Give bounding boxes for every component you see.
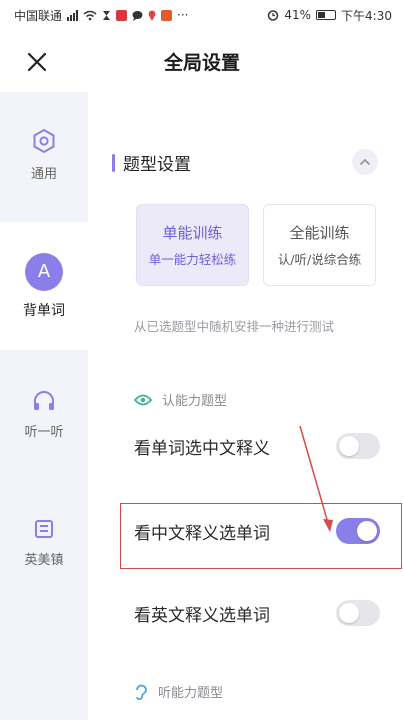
status-right: 41% 下午4:30 [267,7,392,24]
app-notification-icon-2 [161,9,173,21]
sidebar-item-town[interactable]: 英美镇 [0,518,88,568]
setting-row: 看单词选中文释义 [134,430,380,462]
sidebar-item-general[interactable]: 通用 [0,128,88,182]
location-pin-icon [148,10,156,21]
eye-icon [134,394,152,405]
battery-percent: 41% [284,8,312,22]
chat-bubble-icon [132,10,143,21]
subsection-title: 认能力题型 [162,394,228,409]
toggle-switch[interactable] [336,433,380,459]
subsection-title: 听能力题型 [158,686,224,701]
avatar: A [25,252,63,291]
section-header: 题型设置 [112,150,191,175]
sidebar-item-label: 背单词 [23,302,65,319]
wifi-icon [83,10,97,20]
clock: 下午4:30 [341,8,392,23]
ear-icon [136,684,147,700]
close-icon [27,52,47,72]
toggle-knob [339,436,359,456]
status-bar: 中国联通 ··· 41% 下午4:30 [0,0,404,30]
section-accent-bar [112,153,115,172]
frame-icon [35,520,53,538]
collapse-button[interactable] [352,149,378,175]
mode-subtitle: 单一能力轻松练 [148,252,237,267]
hexagon-settings-icon [33,128,55,154]
mode-card-single[interactable]: 单能训练 单一能力轻松练 [136,204,249,286]
more-notifications-icon: ··· [177,8,189,22]
section-title: 题型设置 [123,155,191,175]
sidebar-item-label: 通用 [30,167,57,182]
toggle-knob [339,603,359,623]
setting-label: 看英文释义选单词 [134,605,270,626]
mode-subtitle: 认/听/说综合练 [277,252,362,267]
main-content: 题型设置 单能训练 单一能力轻松练 全能训练 认/听/说综合练 从已选题型中随机… [88,92,404,720]
carrier-name: 中国联通 [14,8,63,23]
sidebar: 通用 A 背单词 听一听 英美镇 [0,92,88,720]
subsection-listening: 听能力题型 [134,682,223,701]
alarm-icon [268,10,279,21]
battery-icon [316,10,337,20]
setting-label: 看单词选中文释义 [134,438,270,459]
headphones-icon [34,391,54,410]
page-title: 全局设置 [163,51,240,74]
annotation-highlight-box [120,503,402,569]
mode-title: 全能训练 [289,224,350,242]
description-text: 从已选题型中随机安排一种进行测试 [134,319,335,334]
subsection-recognition: 认能力题型 [134,390,227,409]
sidebar-item-label: 英美镇 [24,553,64,568]
sidebar-item-listen[interactable]: 听一听 [0,390,88,440]
toggle-switch[interactable] [336,600,380,626]
close-button[interactable] [22,47,52,77]
signal-icon [67,9,79,21]
header: 全局设置 [0,30,404,92]
mode-title: 单能训练 [162,224,223,242]
sidebar-item-label: 听一听 [24,425,64,440]
chevron-up-icon [359,158,371,166]
mode-card-all[interactable]: 全能训练 认/听/说综合练 [263,204,376,286]
status-left: 中国联通 ··· [14,7,188,24]
app-notification-icon [116,9,128,21]
setting-row: 看英文释义选单词 [134,597,380,629]
sidebar-item-vocabulary[interactable]: A 背单词 [0,222,88,350]
hourglass-icon [103,10,111,20]
